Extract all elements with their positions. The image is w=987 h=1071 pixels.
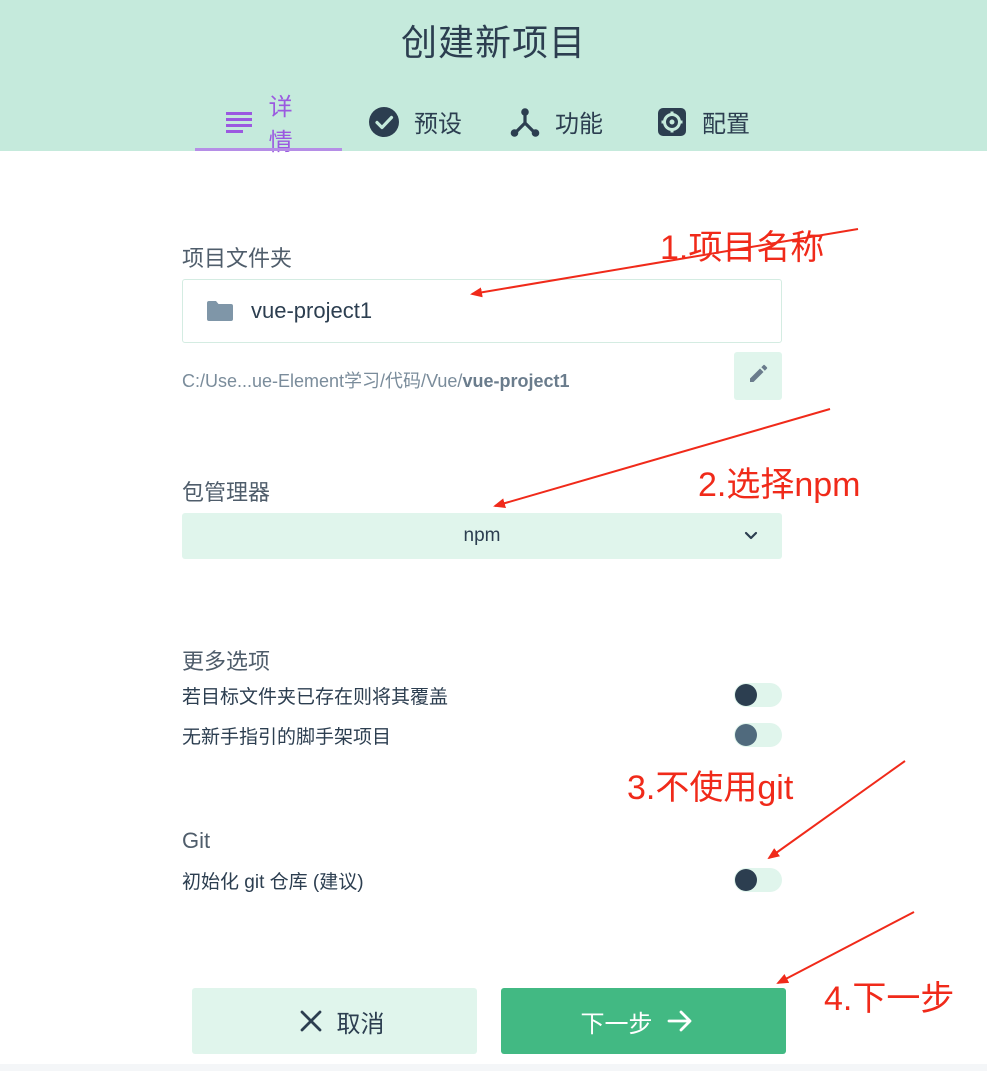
footer-strip xyxy=(0,1064,987,1071)
folder-name-input[interactable]: vue-project1 xyxy=(182,279,782,343)
tab-bar: 详情 预设 功能 配置 xyxy=(195,92,783,156)
folder-path-prefix: C:/Use...ue-Element学习/代码/Vue/ xyxy=(182,371,463,391)
header: 创建新项目 详情 预设 功能 配置 xyxy=(0,0,987,156)
tab-features[interactable]: 功能 xyxy=(489,92,636,151)
tab-features-label: 功能 xyxy=(555,111,603,138)
toggle-knob xyxy=(735,724,757,746)
package-manager-value: npm xyxy=(463,525,501,546)
git-init-toggle[interactable] xyxy=(734,868,782,892)
tab-details-label: 详情 xyxy=(268,93,293,156)
edit-path-button[interactable] xyxy=(734,352,782,400)
tab-config-label: 配置 xyxy=(702,111,750,138)
package-manager-label: 包管理器 xyxy=(182,480,271,505)
arrow-right-icon xyxy=(667,1009,693,1033)
annotation-next-step: 4.下一步 xyxy=(824,980,955,1018)
next-button[interactable]: 下一步 xyxy=(501,988,786,1054)
chevron-down-icon xyxy=(742,526,760,550)
toggle-knob xyxy=(735,684,757,706)
option-git-row: 初始化 git 仓库 (建议) xyxy=(182,865,782,895)
no-guide-toggle[interactable] xyxy=(734,723,782,747)
fork-icon xyxy=(509,106,541,138)
annotation-select-npm: 2.选择npm xyxy=(698,466,861,504)
annotation-project-name: 1.项目名称 xyxy=(660,229,825,267)
git-section-label: Git xyxy=(182,828,211,853)
tab-details[interactable]: 详情 xyxy=(195,92,342,156)
option-overwrite-label: 若目标文件夹已存在则将其覆盖 xyxy=(182,686,449,708)
more-options-label: 更多选项 xyxy=(182,649,271,674)
cancel-label: 取消 xyxy=(336,1010,385,1038)
tab-presets[interactable]: 预设 xyxy=(342,92,489,151)
toggle-knob xyxy=(735,869,757,891)
option-overwrite-row: 若目标文件夹已存在则将其覆盖 xyxy=(182,680,782,710)
gear-icon xyxy=(656,106,688,138)
tab-config[interactable]: 配置 xyxy=(636,92,783,151)
folder-section-label: 项目文件夹 xyxy=(182,246,293,271)
option-no-guide-label: 无新手指引的脚手架项目 xyxy=(182,726,392,748)
option-git-label: 初始化 git 仓库 (建议) xyxy=(182,871,364,893)
tab-presets-label: 预设 xyxy=(414,111,462,138)
folder-name-value: vue-project1 xyxy=(251,298,373,323)
option-no-guide-row: 无新手指引的脚手架项目 xyxy=(182,720,782,750)
folder-icon xyxy=(207,301,233,321)
close-icon xyxy=(299,1009,323,1033)
next-label: 下一步 xyxy=(580,1010,653,1038)
folder-path-name: vue-project1 xyxy=(462,371,570,391)
folder-path: C:/Use...ue-Element学习/代码/Vue/vue-project… xyxy=(182,367,569,393)
cancel-button[interactable]: 取消 xyxy=(192,988,477,1054)
pencil-icon xyxy=(748,364,768,389)
list-icon xyxy=(223,106,255,138)
package-manager-select[interactable]: npm xyxy=(182,513,782,559)
page-title: 创建新项目 xyxy=(400,22,586,63)
overwrite-toggle[interactable] xyxy=(734,683,782,707)
check-circle-icon xyxy=(368,106,400,138)
annotation-no-git: 3.不使用git xyxy=(627,769,794,807)
